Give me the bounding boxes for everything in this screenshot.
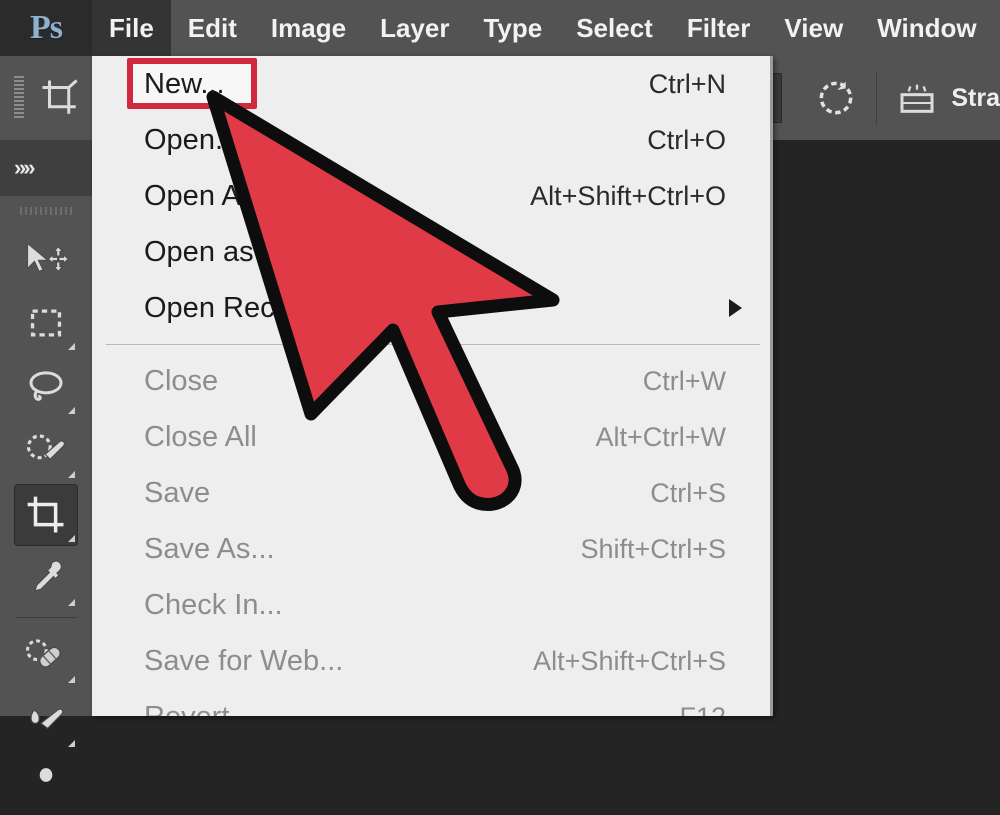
menu-item-open-recent-label: Open Recent bbox=[144, 291, 315, 324]
double-chevron-right-icon: »» bbox=[14, 155, 36, 180]
menu-bar: Ps File Edit Image Layer Type Select Fil… bbox=[0, 0, 1000, 56]
menu-item-open-as-label: Open As... bbox=[144, 179, 280, 212]
menu-item-open-as-smart-object-label: Open as Smart Object... bbox=[144, 235, 456, 268]
menu-item-save-for-web-label: Save for Web... bbox=[144, 644, 344, 677]
menu-file[interactable]: File bbox=[92, 0, 171, 56]
tool-flyout-indicator bbox=[68, 740, 75, 747]
tools-panel: »» bbox=[0, 140, 93, 782]
menu-item-revert-label: Revert bbox=[144, 701, 229, 717]
menu-view[interactable]: View bbox=[767, 0, 860, 56]
tool-rectangular-marquee[interactable] bbox=[14, 292, 78, 354]
tool-flyout-indicator bbox=[68, 535, 75, 542]
menu-layer-label: Layer bbox=[380, 12, 450, 43]
menu-separator bbox=[106, 344, 760, 345]
menu-item-close-label: Close bbox=[144, 364, 219, 397]
tool-lasso[interactable] bbox=[14, 356, 78, 418]
menu-image[interactable]: Image bbox=[254, 0, 363, 56]
photoshop-window: Ps File Edit Image Layer Type Select Fil… bbox=[0, 0, 1000, 782]
menu-item-close-all-shortcut: Alt+Ctrl+W bbox=[595, 421, 726, 452]
menu-type[interactable]: Type bbox=[466, 0, 559, 56]
document-canvas[interactable] bbox=[770, 140, 1000, 716]
tool-flyout-indicator bbox=[68, 343, 75, 350]
menu-item-new-label: New... bbox=[144, 67, 225, 100]
tool-move[interactable] bbox=[14, 228, 78, 290]
menu-file-label: File bbox=[109, 12, 154, 43]
menu-item-revert[interactable]: Revert F12 bbox=[92, 689, 770, 717]
menu-item-save-label: Save bbox=[144, 476, 211, 509]
menu-item-save[interactable]: Save Ctrl+S bbox=[92, 465, 770, 521]
drag-gripper-icon[interactable] bbox=[14, 76, 24, 120]
tool-flyout-indicator bbox=[68, 676, 75, 683]
menu-filter[interactable]: Filter bbox=[670, 0, 768, 56]
straighten-label: Stra bbox=[951, 83, 1000, 112]
menu-item-revert-shortcut: F12 bbox=[679, 702, 754, 717]
menu-item-open-as[interactable]: Open As... Alt+Shift+Ctrl+O bbox=[92, 168, 770, 224]
menu-item-close[interactable]: Close Ctrl+W bbox=[92, 353, 770, 409]
menu-item-open-as-smart-object[interactable]: Open as Smart Object... bbox=[92, 224, 770, 280]
menu-view-label: View bbox=[784, 12, 844, 43]
menu-item-save-shortcut: Ctrl+S bbox=[650, 477, 726, 508]
menu-item-open-label: Open... bbox=[144, 123, 240, 156]
menu-item-check-in[interactable]: Check In... bbox=[92, 577, 770, 633]
menu-filter-label: Filter bbox=[686, 12, 751, 43]
menu-item-check-in-label: Check In... bbox=[144, 588, 283, 621]
menu-item-close-shortcut: Ctrl+W bbox=[642, 365, 726, 396]
expand-panel-button[interactable]: »» bbox=[0, 140, 92, 196]
menu-item-save-as-label: Save As... bbox=[144, 532, 275, 565]
straighten-icon[interactable] bbox=[891, 72, 943, 124]
tool-clone-stamp[interactable] bbox=[14, 753, 78, 815]
submenu-arrow-icon bbox=[729, 299, 742, 317]
photoshop-logo-icon: Ps bbox=[0, 0, 92, 56]
menu-item-save-for-web[interactable]: Save for Web... Alt+Shift+Ctrl+S bbox=[92, 633, 770, 689]
menu-item-open[interactable]: Open... Ctrl+O bbox=[92, 112, 770, 168]
drag-gripper-icon[interactable] bbox=[0, 196, 92, 226]
reset-rotate-icon[interactable] bbox=[810, 72, 862, 124]
menu-image-label: Image bbox=[270, 12, 347, 43]
menu-item-close-all[interactable]: Close All Alt+Ctrl+W bbox=[92, 409, 770, 465]
photoshop-logo-text: Ps bbox=[30, 9, 63, 46]
menu-item-new-shortcut: Ctrl+N bbox=[648, 68, 726, 99]
menu-item-open-shortcut: Ctrl+O bbox=[647, 124, 726, 155]
menu-item-open-as-shortcut: Alt+Shift+Ctrl+O bbox=[530, 180, 726, 211]
tool-flyout-indicator bbox=[68, 407, 75, 414]
tool-brush[interactable] bbox=[14, 689, 78, 751]
menu-window-label: Window bbox=[877, 12, 977, 43]
menu-edit-label: Edit bbox=[187, 12, 237, 43]
crop-tool-icon[interactable] bbox=[34, 72, 86, 124]
menu-select-label: Select bbox=[576, 12, 653, 43]
menu-item-close-all-label: Close All bbox=[144, 420, 257, 453]
menu-select[interactable]: Select bbox=[559, 0, 670, 56]
file-menu-dropdown: New... Ctrl+N Open... Ctrl+O Open As... … bbox=[92, 56, 773, 716]
menu-item-save-as-shortcut: Shift+Ctrl+S bbox=[580, 533, 726, 564]
tool-crop[interactable] bbox=[14, 484, 78, 546]
tool-eyedropper[interactable] bbox=[14, 548, 78, 610]
tool-quick-selection[interactable] bbox=[14, 420, 78, 482]
menu-item-new[interactable]: New... Ctrl+N bbox=[92, 56, 770, 112]
menu-item-save-for-web-shortcut: Alt+Shift+Ctrl+S bbox=[533, 645, 726, 676]
menu-item-save-as[interactable]: Save As... Shift+Ctrl+S bbox=[92, 521, 770, 577]
menu-window[interactable]: Window bbox=[860, 0, 993, 56]
menu-item-open-recent[interactable]: Open Recent bbox=[92, 280, 770, 336]
tool-spot-healing-brush[interactable] bbox=[14, 625, 78, 687]
menu-edit[interactable]: Edit bbox=[171, 0, 254, 56]
menu-layer[interactable]: Layer bbox=[363, 0, 466, 56]
menu-type-label: Type bbox=[483, 12, 543, 43]
tools-divider bbox=[15, 617, 77, 618]
tool-flyout-indicator bbox=[68, 599, 75, 606]
options-divider bbox=[876, 71, 878, 125]
tool-flyout-indicator bbox=[68, 471, 75, 478]
